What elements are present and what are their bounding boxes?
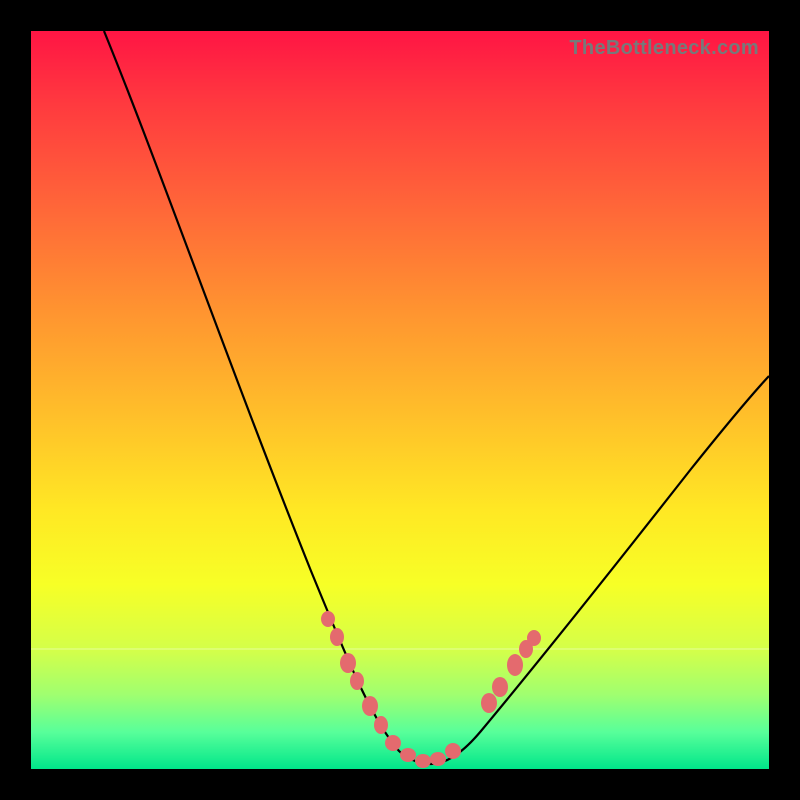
marker-dot (492, 677, 508, 697)
marker-dot (400, 748, 416, 762)
marker-dot (362, 696, 378, 716)
marker-dot (350, 672, 364, 690)
marker-dot (330, 628, 344, 646)
marker-dot (445, 743, 461, 759)
plot-area: TheBottleneck.com (31, 31, 769, 769)
marker-dot (321, 611, 335, 627)
marker-dot (340, 653, 356, 673)
curve-layer (31, 31, 769, 769)
chart-stage: TheBottleneck.com (0, 0, 800, 800)
marker-dot (481, 693, 497, 713)
left-curve (104, 31, 431, 764)
marker-dot (385, 735, 401, 751)
marker-dot (527, 630, 541, 646)
marker-dot (507, 654, 523, 676)
marker-dot (415, 754, 431, 768)
marker-dot (430, 752, 446, 766)
marker-dot (374, 716, 388, 734)
